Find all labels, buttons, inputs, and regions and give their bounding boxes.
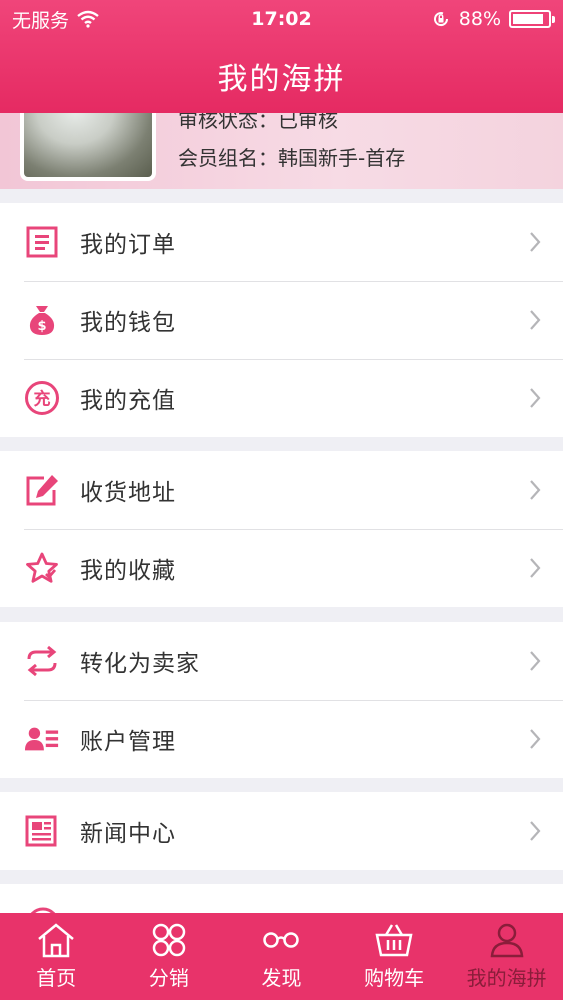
convert-arrows-icon bbox=[24, 643, 60, 679]
chevron-right-icon bbox=[530, 310, 541, 330]
menu-item-seller[interactable]: 转化为卖家 bbox=[0, 622, 563, 700]
tab-label: 发现 bbox=[261, 966, 302, 990]
menu-item-label: 我的充值 bbox=[80, 388, 176, 414]
svg-text:充: 充 bbox=[34, 389, 51, 410]
clover-icon bbox=[152, 923, 186, 957]
member-group: 会员组名：韩国新手-首存 bbox=[178, 146, 406, 170]
recharge-icon: 充 bbox=[24, 380, 60, 416]
menu-group-4: 新闻中心 bbox=[0, 792, 563, 870]
money-bag-icon: $ bbox=[24, 302, 60, 338]
menu-item-news[interactable]: 新闻中心 bbox=[0, 792, 563, 870]
chevron-right-icon bbox=[530, 651, 541, 671]
tab-discover[interactable]: 发现 bbox=[225, 913, 338, 1000]
chevron-right-icon bbox=[530, 232, 541, 252]
audit-status: 审核状态：已审核 bbox=[178, 113, 338, 132]
menu-item-wallet[interactable]: $ 我的钱包 bbox=[0, 281, 563, 359]
menu-item-orders[interactable]: 我的订单 bbox=[0, 203, 563, 281]
menu-item-label: 我的钱包 bbox=[80, 310, 176, 336]
status-bar: 无服务 17:02 88% bbox=[0, 0, 563, 38]
tab-label: 首页 bbox=[36, 966, 77, 990]
home-icon bbox=[38, 923, 75, 958]
chevron-right-icon bbox=[530, 388, 541, 408]
page-title: 我的海拼 bbox=[217, 61, 346, 97]
menu-item-label: 我的收藏 bbox=[80, 558, 176, 584]
menu-item-recharge[interactable]: 充 我的充值 bbox=[0, 359, 563, 437]
newspaper-icon bbox=[24, 813, 60, 849]
menu-item-label: 新闻中心 bbox=[80, 821, 176, 847]
tab-bar: 首页 分销 发现 购物车 我的海拼 bbox=[0, 913, 563, 1000]
orientation-lock-icon bbox=[433, 12, 448, 27]
avatar[interactable] bbox=[20, 113, 156, 181]
menu-item-label: 账户管理 bbox=[80, 729, 176, 755]
user-icon bbox=[490, 923, 524, 958]
star-icon bbox=[24, 550, 60, 586]
tab-mine[interactable]: 我的海拼 bbox=[450, 913, 563, 1000]
tab-home[interactable]: 首页 bbox=[0, 913, 113, 1000]
svg-text:$: $ bbox=[37, 319, 46, 334]
order-list-icon bbox=[24, 224, 60, 260]
menu-group-1: 我的订单 $ 我的钱包 充 我的充值 bbox=[0, 203, 563, 437]
glasses-icon bbox=[263, 932, 300, 948]
tab-label: 购物车 bbox=[364, 966, 425, 990]
tab-label: 我的海拼 bbox=[466, 966, 547, 990]
menu-item-address[interactable]: 收货地址 bbox=[0, 451, 563, 529]
menu-item-label: 转化为卖家 bbox=[80, 651, 200, 677]
menu-group-3: 转化为卖家 账户管理 bbox=[0, 622, 563, 778]
edit-address-icon bbox=[24, 472, 60, 508]
tab-distribution[interactable]: 分销 bbox=[113, 913, 226, 1000]
user-card-icon bbox=[24, 721, 60, 757]
menu-item-label: 我的订单 bbox=[80, 232, 176, 258]
chevron-right-icon bbox=[530, 821, 541, 841]
menu-item-label: 收货地址 bbox=[80, 480, 176, 506]
chevron-right-icon bbox=[530, 558, 541, 578]
tab-label: 分销 bbox=[148, 966, 189, 990]
menu-item-favorites[interactable]: 我的收藏 bbox=[0, 529, 563, 607]
tab-cart[interactable]: 购物车 bbox=[338, 913, 451, 1000]
chevron-right-icon bbox=[530, 729, 541, 749]
profile-header: 审核状态：已审核 会员组名：韩国新手-首存 bbox=[0, 113, 563, 189]
battery-icon bbox=[509, 10, 555, 28]
top-bar: 无服务 17:02 88% 我的海拼 bbox=[0, 0, 563, 113]
basket-icon bbox=[375, 924, 413, 957]
chevron-right-icon bbox=[530, 480, 541, 500]
menu-group-2: 收货地址 我的收藏 bbox=[0, 451, 563, 607]
menu-item-account[interactable]: 账户管理 bbox=[0, 700, 563, 778]
battery-percent: 88% bbox=[458, 8, 501, 30]
